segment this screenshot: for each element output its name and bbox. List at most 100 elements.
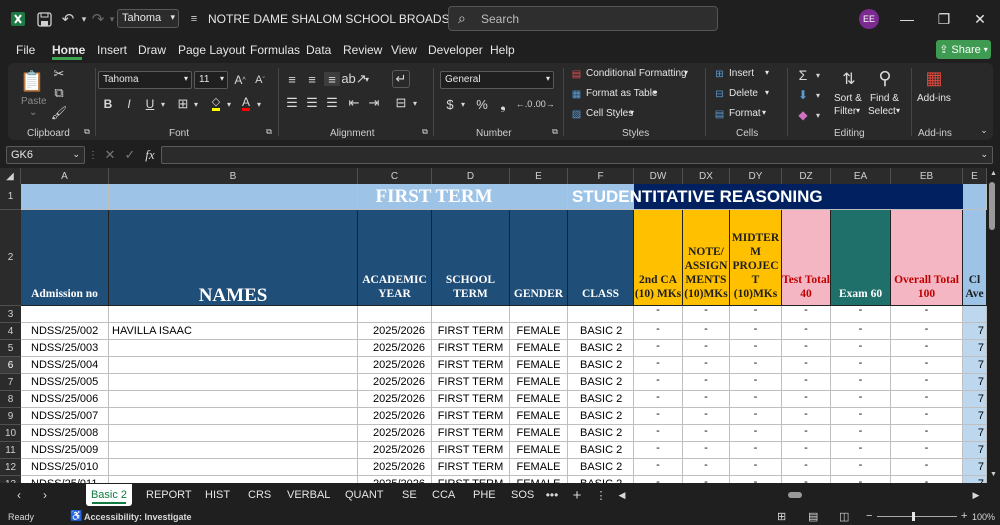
header-exam[interactable]: Exam 60 — [831, 210, 891, 306]
menu-draw[interactable]: Draw — [138, 43, 166, 57]
score-cell[interactable]: - — [634, 408, 683, 425]
more-options-icon[interactable]: ⋮ — [596, 488, 607, 502]
column-header[interactable]: B — [109, 168, 358, 184]
cell-last[interactable]: 7 — [963, 459, 987, 476]
row-header[interactable]: 13 — [0, 476, 21, 483]
cell-term[interactable]: FIRST TERM — [432, 357, 510, 374]
cancel-icon[interactable]: ✕ — [102, 147, 118, 163]
score-cell[interactable]: - — [782, 357, 831, 374]
next-sheet-icon[interactable]: › — [38, 488, 52, 502]
score-cell[interactable]: - — [634, 374, 683, 391]
cell-adm[interactable]: NDSS/25/010 — [21, 459, 109, 476]
cell-class[interactable]: BASIC 2 — [568, 442, 634, 459]
cell-name[interactable] — [109, 408, 358, 425]
accessibility-icon[interactable]: ♿ — [70, 511, 82, 522]
chevron-down-icon[interactable]: ⌄ — [980, 149, 988, 160]
cell-adm[interactable]: NDSS/25/006 — [21, 391, 109, 408]
row-header[interactable]: 6 — [0, 357, 21, 374]
cell-term[interactable]: FIRST TERM — [432, 374, 510, 391]
format-painter-icon[interactable]: 🖌 — [51, 105, 68, 120]
cell-last[interactable]: 7 — [963, 323, 987, 340]
horizontal-scroll-thumb[interactable] — [788, 492, 802, 498]
column-header[interactable]: DX — [683, 168, 730, 184]
score-cell[interactable]: - — [782, 408, 831, 425]
zoom-in-icon[interactable]: + — [961, 510, 967, 522]
chevron-down-icon[interactable]: ⌄ — [29, 107, 37, 118]
cell-adm[interactable]: NDSS/25/011 — [21, 476, 109, 483]
score-cell[interactable]: - — [831, 323, 891, 340]
sheet-tab-se[interactable]: SE — [402, 489, 417, 501]
zoom-level[interactable]: 100% — [972, 512, 995, 522]
score-cell[interactable]: - — [634, 306, 683, 323]
cell-last[interactable]: 7 — [963, 442, 987, 459]
page-break-view-icon[interactable]: ◫ — [839, 510, 849, 523]
row-header[interactable]: 1 — [0, 184, 21, 210]
score-cell[interactable]: - — [730, 425, 782, 442]
cell-styles-button[interactable]: Cell Styles — [586, 108, 633, 119]
score-cell[interactable]: - — [683, 442, 730, 459]
column-header[interactable]: DZ — [782, 168, 831, 184]
avatar[interactable]: EE — [859, 9, 879, 29]
cell-adm[interactable]: NDSS/25/004 — [21, 357, 109, 374]
sheet-tab-verbal[interactable]: VERBAL — [287, 489, 330, 501]
column-header[interactable]: F — [568, 168, 634, 184]
score-cell[interactable]: - — [891, 340, 963, 357]
cell-gender[interactable]: FEMALE — [510, 476, 568, 483]
font-size-select[interactable]: 11 ▾ — [194, 71, 228, 89]
sheet-tab-report[interactable]: REPORT — [146, 489, 192, 501]
orientation-icon[interactable]: ab↗ — [341, 71, 366, 86]
column-header[interactable]: D — [432, 168, 510, 184]
currency-icon[interactable]: $ — [443, 96, 457, 112]
format-cells-button[interactable]: Format — [729, 108, 761, 119]
addins-icon[interactable]: ▦ — [922, 66, 946, 90]
score-cell[interactable]: - — [782, 442, 831, 459]
row-header[interactable]: 5 — [0, 340, 21, 357]
cell-term[interactable]: FIRST TERM — [432, 408, 510, 425]
score-cell[interactable]: - — [634, 323, 683, 340]
name-box[interactable]: GK6 ⌄ — [6, 146, 85, 164]
column-header[interactable]: E — [510, 168, 568, 184]
cell-term[interactable]: FIRST TERM — [432, 459, 510, 476]
more-sheets-icon[interactable]: ••• — [544, 488, 560, 502]
insert-cells-button[interactable]: Insert — [729, 68, 754, 79]
score-cell[interactable]: - — [831, 408, 891, 425]
row-header[interactable]: 11 — [0, 442, 21, 459]
align-top-icon[interactable]: ≡ — [284, 72, 300, 87]
cell-adm[interactable]: NDSS/25/005 — [21, 374, 109, 391]
cell-last[interactable]: 7 — [963, 408, 987, 425]
score-cell[interactable]: - — [891, 323, 963, 340]
blank-cell[interactable] — [568, 306, 634, 323]
cell-gender[interactable]: FEMALE — [510, 340, 568, 357]
score-cell[interactable]: - — [891, 459, 963, 476]
conditional-formatting-button[interactable]: Conditional Formatting — [586, 68, 687, 79]
align-center-icon[interactable]: ☰ — [304, 95, 320, 110]
column-header[interactable]: C — [358, 168, 432, 184]
score-cell[interactable]: - — [782, 323, 831, 340]
header-midterm-project[interactable]: MIDTER M PROJEC T (10)MKs — [730, 210, 782, 306]
menu-help[interactable]: Help — [490, 43, 515, 57]
score-cell[interactable]: - — [730, 340, 782, 357]
cell-class[interactable]: BASIC 2 — [568, 323, 634, 340]
sheet-tab-hist[interactable]: HIST — [205, 489, 230, 501]
cell-last[interactable]: 7 — [963, 476, 987, 483]
header-test-total[interactable]: Test Total 40 — [782, 210, 831, 306]
score-cell[interactable]: - — [683, 476, 730, 483]
menu-insert[interactable]: Insert — [97, 43, 127, 57]
font-name-select[interactable]: Tahoma ▾ — [98, 71, 192, 89]
score-cell[interactable]: - — [730, 408, 782, 425]
decrease-indent-icon[interactable]: ⇤ — [346, 95, 362, 110]
align-bottom-icon[interactable]: ≡ — [324, 72, 340, 87]
scroll-left-icon[interactable]: ◀ — [617, 488, 627, 502]
chevron-down-icon[interactable]: ▾ — [765, 88, 769, 97]
chevron-down-icon[interactable]: ▾ — [158, 96, 168, 112]
cell-term[interactable]: FIRST TERM — [432, 476, 510, 483]
score-cell[interactable]: - — [831, 391, 891, 408]
cell-last[interactable]: 7 — [963, 357, 987, 374]
scroll-up-icon[interactable]: ▲ — [990, 170, 997, 177]
score-cell[interactable]: - — [782, 306, 831, 323]
chevron-down-icon[interactable]: ▾ — [630, 108, 634, 117]
fill-color-icon[interactable]: ◇ — [208, 94, 224, 112]
cell-last[interactable]: 7 — [963, 425, 987, 442]
score-cell[interactable]: - — [730, 357, 782, 374]
menu-developer[interactable]: Developer — [428, 43, 483, 57]
